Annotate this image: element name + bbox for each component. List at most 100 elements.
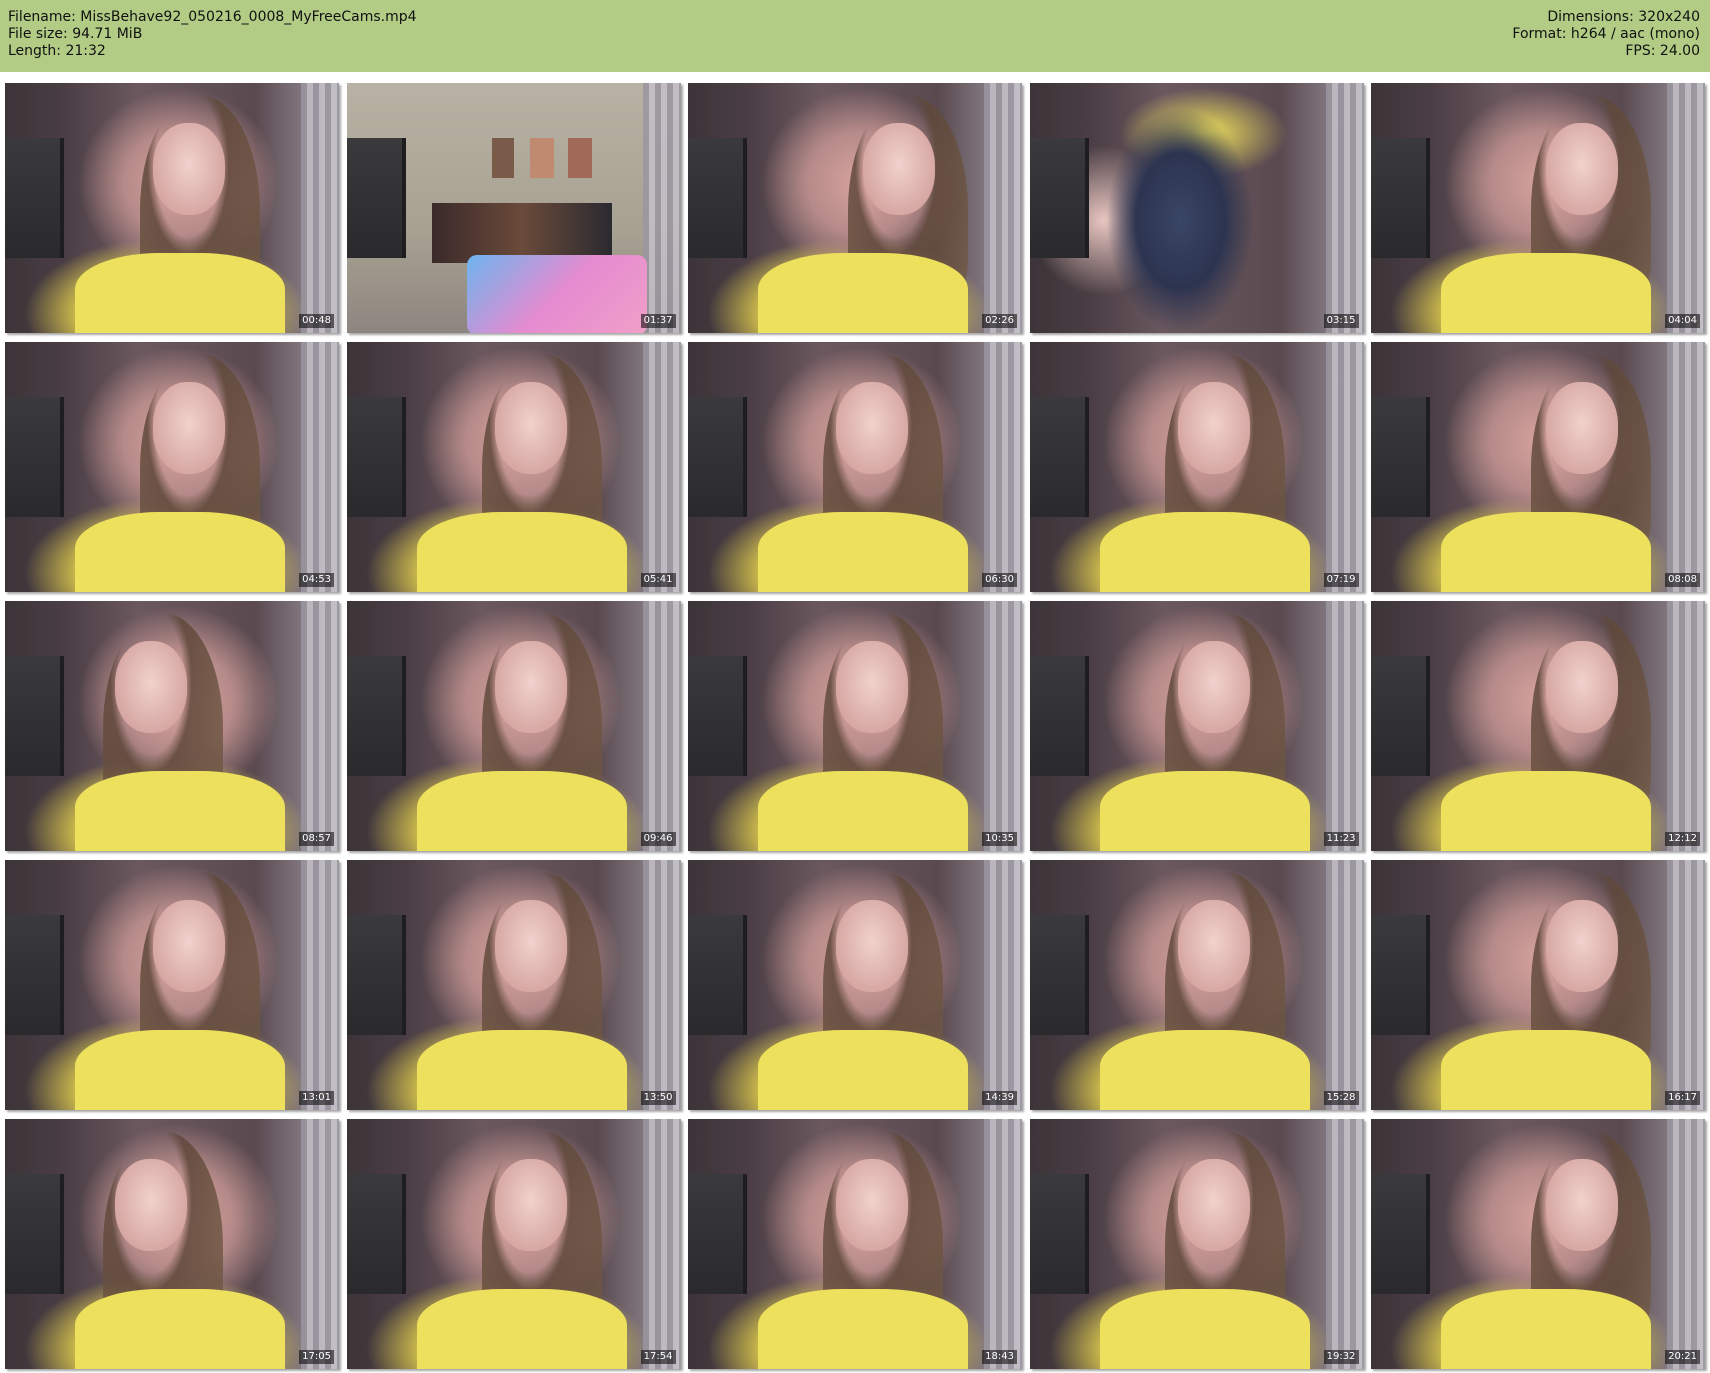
curtain-shape [984, 342, 1022, 592]
shirt-shape [75, 253, 285, 333]
shirt-shape [1441, 253, 1651, 333]
thumbnail-timestamp: 02:26 [982, 314, 1017, 328]
video-thumbnail: 04:04 [1371, 83, 1705, 333]
video-thumbnail: 02:26 [688, 83, 1022, 333]
video-thumbnail: 07:19 [1029, 342, 1364, 592]
wall-frames-shape [491, 138, 592, 178]
shirt-shape [1441, 512, 1651, 592]
face-shape [153, 123, 225, 215]
curtain-shape [642, 1119, 681, 1369]
face-shape [1177, 382, 1250, 474]
shirt-shape [75, 771, 285, 851]
curtain-shape [642, 601, 681, 851]
shirt-shape [1099, 771, 1310, 851]
tv-shape [1371, 656, 1430, 776]
thumbnail-timestamp: 17:54 [640, 1350, 676, 1364]
shirt-shape [416, 1289, 627, 1369]
video-thumbnail: 13:01 [5, 860, 339, 1110]
tv-shape [346, 397, 406, 517]
video-thumbnail: 19:32 [1029, 1119, 1364, 1369]
face-shape [494, 900, 567, 992]
tv-shape [1029, 138, 1089, 258]
video-thumbnail: 17:05 [5, 1119, 339, 1369]
shirt-shape [758, 512, 968, 592]
shirt-shape [416, 512, 627, 592]
video-thumbnail: 08:57 [5, 601, 339, 851]
shirt-shape [1099, 1289, 1310, 1369]
tv-shape [346, 1174, 406, 1294]
face-shape [1546, 382, 1618, 474]
tv-shape [5, 397, 64, 517]
face-shape [836, 900, 908, 992]
tv-shape [5, 656, 64, 776]
face-shape [494, 641, 567, 733]
tv-shape [346, 915, 406, 1035]
face-shape [836, 382, 908, 474]
thumbnail-timestamp: 03:15 [1323, 314, 1359, 328]
shirt-shape [758, 1030, 968, 1110]
thumbnail-timestamp: 00:48 [299, 314, 334, 328]
tv-shape [1371, 397, 1430, 517]
thumbnail-grid: 00:48 01:37 02:26 03:15 04:04 04:53 05:4… [5, 83, 1705, 1369]
thumbnail-timestamp: 04:04 [1665, 314, 1700, 328]
curtain-shape [642, 342, 681, 592]
format-label: Format: h264 / aac (mono) [1512, 26, 1700, 42]
fps-label: FPS: 24.00 [1625, 43, 1700, 59]
shirt-shape [416, 1030, 627, 1110]
tv-shape [5, 915, 64, 1035]
thumbnail-timestamp: 05:41 [640, 573, 676, 587]
tv-shape [346, 138, 406, 258]
tv-shape [688, 138, 747, 258]
curtain-shape [1325, 1119, 1364, 1369]
thumbnail-timestamp: 18:43 [982, 1350, 1017, 1364]
video-thumbnail: 01:37 [346, 83, 681, 333]
filesize-label: File size: 94.71 MiB [8, 26, 143, 42]
thumbnail-timestamp: 13:01 [299, 1091, 334, 1105]
curtain-shape [301, 342, 339, 592]
curtain-shape [642, 860, 681, 1110]
video-thumbnail: 16:17 [1371, 860, 1705, 1110]
video-thumbnail: 18:43 [688, 1119, 1022, 1369]
face-shape [863, 123, 935, 215]
face-shape [1177, 641, 1250, 733]
curtain-shape [1325, 601, 1364, 851]
tv-shape [1029, 397, 1089, 517]
curtain-shape [1325, 342, 1364, 592]
face-shape [115, 641, 187, 733]
tv-shape [688, 397, 747, 517]
thumbnail-timestamp: 13:50 [640, 1091, 676, 1105]
blanket-shape [466, 255, 647, 333]
thumbnail-timestamp: 15:28 [1323, 1091, 1359, 1105]
tv-shape [1029, 1174, 1089, 1294]
face-shape [1546, 900, 1618, 992]
curtain-shape [1667, 860, 1705, 1110]
curtain-shape [1667, 83, 1705, 333]
curtain-shape [642, 83, 681, 333]
contact-sheet-header: Filename: MissBehave92_050216_0008_MyFre… [0, 0, 1710, 72]
face-shape [153, 900, 225, 992]
tv-shape [1371, 138, 1430, 258]
video-thumbnail: 04:53 [5, 342, 339, 592]
curtain-shape [984, 83, 1022, 333]
curtain-shape [984, 860, 1022, 1110]
curtain-shape [301, 601, 339, 851]
tv-shape [688, 1174, 747, 1294]
thumbnail-timestamp: 08:57 [299, 832, 334, 846]
face-shape [1177, 1159, 1250, 1251]
file-info-left: Filename: MissBehave92_050216_0008_MyFre… [8, 9, 417, 60]
tv-shape [5, 1174, 64, 1294]
thumbnail-timestamp: 04:53 [299, 573, 334, 587]
thumbnail-timestamp: 09:46 [640, 832, 676, 846]
tv-shape [1371, 1174, 1430, 1294]
tv-shape [688, 915, 747, 1035]
face-shape [1546, 641, 1618, 733]
video-thumbnail: 14:39 [688, 860, 1022, 1110]
video-thumbnail: 08:08 [1371, 342, 1705, 592]
face-shape [115, 1159, 187, 1251]
video-thumbnail: 13:50 [346, 860, 681, 1110]
length-label: Length: 21:32 [8, 43, 106, 59]
thumbnail-timestamp: 16:17 [1665, 1091, 1700, 1105]
thumbnail-timestamp: 19:32 [1323, 1350, 1359, 1364]
thumbnail-timestamp: 01:37 [640, 314, 676, 328]
tv-shape [1029, 656, 1089, 776]
